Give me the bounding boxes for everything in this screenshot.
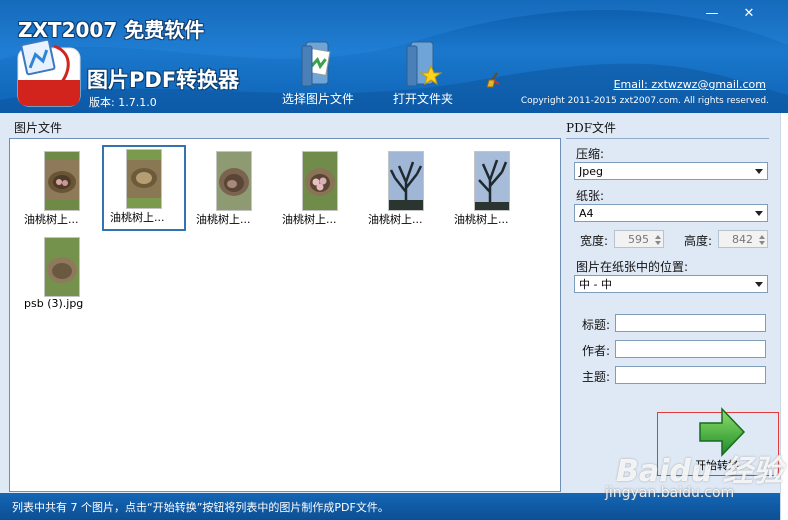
subject-label: 主题: [582,370,611,384]
image-thumbnail [126,149,162,209]
status-text: 列表中共有 7 个图片，点击“开始转换”按钮将列表中的图片制作成PDF文件。 [12,501,389,514]
list-item[interactable]: 油桃树上... [454,143,534,229]
watermark-url: jingyan.baidu.com [605,485,735,501]
width-label: 宽度: [580,234,609,248]
product-title: 图片PDF转换器 [87,68,240,92]
spin-down-icon[interactable] [759,241,765,245]
section-divider [566,138,769,139]
folder-star-icon [406,41,443,87]
list-item[interactable]: psb (3).jpg [24,229,104,315]
image-caption: 油桃树上... [368,213,423,226]
position-select[interactable]: 中 - 中 [574,275,768,293]
position-label: 图片在纸张中的位置: [576,260,689,274]
doc-title-input[interactable] [615,314,766,332]
image-caption: 油桃树上... [110,211,165,224]
pdf-settings-panel: PDF文件 压缩: Jpeg 纸张: A4 宽度: 595 高度: 842 图片… [566,118,779,490]
author-input[interactable] [615,340,766,358]
open-folder-label: 打开文件夹 [392,92,453,106]
image-caption: psb (3).jpg [24,297,84,310]
pdf-section-title: PDF文件 [566,121,617,135]
height-value: 842 [732,233,753,246]
image-thumbnail [44,237,80,297]
position-value: 中 - 中 [579,278,612,291]
email-link[interactable]: Email: zxtwzwz@gmail.com [614,78,766,91]
baidu-watermark: Baidu 经验 [616,454,783,489]
height-label: 高度: [684,234,713,248]
select-images-label: 选择图片文件 [281,92,354,106]
brand-title: ZXT2007 免费软件 [18,18,205,42]
image-folder-icon [301,41,331,87]
list-item[interactable]: 油桃树上... [102,145,186,231]
close-button[interactable]: ✕ [738,6,760,22]
image-thumbnail [302,151,338,211]
compression-select[interactable]: Jpeg [574,162,768,180]
image-caption: 油桃树上... [24,213,79,226]
list-item[interactable]: 油桃树上... [282,143,362,229]
doc-title-label: 标题: [582,318,611,332]
spin-up-icon[interactable] [759,235,765,239]
select-images-button[interactable]: 选择图片文件 [278,38,358,107]
open-folder-button[interactable]: 打开文件夹 [388,38,458,107]
image-thumbnail [388,151,424,211]
image-caption: 油桃树上... [196,213,251,226]
compression-label: 压缩: [576,147,605,161]
images-section-title: 图片文件 [14,121,63,135]
copyright-text: Copyright 2011-2015 zxt2007.com. All rig… [520,96,769,106]
image-thumbnail [216,151,252,211]
image-thumbnail [474,151,510,211]
chevron-down-icon [755,282,763,287]
compression-value: Jpeg [579,165,603,178]
chevron-down-icon [755,211,763,216]
minimize-button[interactable]: — [701,6,723,22]
paper-value: A4 [579,207,594,220]
image-thumbnail [44,151,80,211]
list-item[interactable]: 油桃树上... [368,143,448,229]
subject-input[interactable] [615,366,766,384]
spin-up-icon[interactable] [655,235,661,239]
width-spinner[interactable]: 595 [614,230,664,248]
app-window: ZXT2007 免费软件 图片PDF转换器 版本: 1.7.1.0 选择图片文件 [0,0,788,520]
image-caption: 油桃树上... [282,213,337,226]
spin-down-icon[interactable] [655,241,661,245]
height-spinner[interactable]: 842 [718,230,768,248]
broom-icon[interactable] [485,71,503,89]
width-value: 595 [628,233,649,246]
list-item[interactable]: 油桃树上... [24,143,104,229]
app-logo-icon [17,40,81,107]
chevron-down-icon [755,169,763,174]
version-label: 版本: 1.7.1.0 [89,96,157,109]
list-item[interactable]: 油桃树上... [196,143,276,229]
paper-label: 纸张: [576,189,605,203]
header-banner: ZXT2007 免费软件 图片PDF转换器 版本: 1.7.1.0 选择图片文件 [0,0,788,113]
image-caption: 油桃树上... [454,213,509,226]
paper-select[interactable]: A4 [574,204,768,222]
author-label: 作者: [582,344,611,358]
image-file-list[interactable]: 油桃树上... 油桃树上... 油桃树上... 油桃树上... 油桃树上... … [9,138,561,492]
